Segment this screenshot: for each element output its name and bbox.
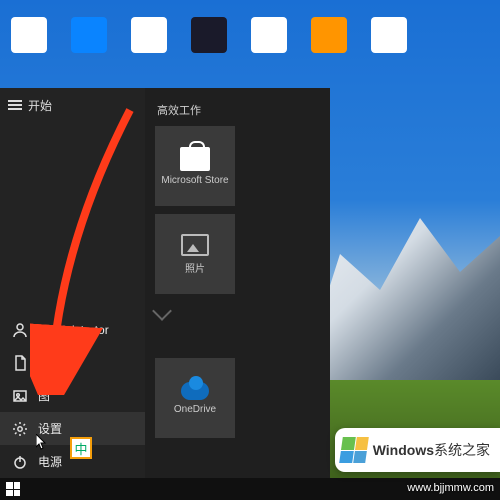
pic-icon (12, 388, 28, 404)
desktop-icon[interactable] (365, 5, 413, 65)
desktop-icons-row (5, 5, 413, 65)
doc-icon (12, 355, 28, 371)
wallpaper-mountain (300, 200, 500, 380)
sidebar-item-label: Administrator (38, 323, 109, 337)
windows-logo-icon (339, 437, 369, 463)
start-menu-header[interactable]: 开始 (0, 88, 145, 122)
start-button[interactable] (0, 478, 26, 500)
user-icon (12, 322, 28, 338)
onedrive-tile[interactable]: OneDrive (155, 358, 235, 438)
store-icon (180, 147, 210, 171)
mouse-cursor (36, 434, 48, 450)
windows-logo-icon (6, 482, 20, 496)
watermark-text: Windows系统之家 (373, 440, 490, 460)
start-menu: 开始 Administrator文档图设置电源 高效工作 Microsoft S… (0, 88, 330, 478)
start-label: 开始 (28, 97, 52, 114)
ime-label: 中 (74, 439, 87, 458)
sidebar-item-label: 图 (38, 387, 50, 404)
pictures-item[interactable]: 图 (0, 379, 145, 412)
photo-icon (181, 234, 209, 256)
watermark: Windows系统之家 (335, 428, 500, 472)
desktop-icon[interactable] (185, 5, 233, 65)
hamburger-icon (8, 100, 22, 110)
microsoft-store-tile[interactable]: Microsoft Store (155, 126, 235, 206)
start-menu-tiles-area: 高效工作 Microsoft Store 照片 OneDrive (145, 88, 330, 478)
desktop-icon[interactable] (305, 5, 353, 65)
desktop-icon[interactable] (245, 5, 293, 65)
onedrive-icon (181, 382, 209, 400)
tile-group-title: 高效工作 (157, 102, 318, 118)
start-menu-left-rail: 开始 Administrator文档图设置电源 (0, 88, 145, 478)
desktop-icon[interactable] (65, 5, 113, 65)
desktop-icon[interactable] (125, 5, 173, 65)
documents-item[interactable]: 文档 (0, 346, 145, 379)
user-item[interactable]: Administrator (0, 313, 145, 346)
desktop-icon[interactable] (5, 5, 53, 65)
tile-label: OneDrive (174, 404, 216, 415)
ime-indicator[interactable]: 中 (70, 437, 92, 459)
tile-label: Microsoft Store (161, 175, 228, 186)
sidebar-item-label: 电源 (38, 453, 62, 470)
gear-icon (12, 421, 28, 437)
watermark-url: www.bjjmmw.com (407, 482, 494, 494)
power-icon (12, 454, 28, 470)
sidebar-item-label: 文档 (38, 354, 62, 371)
photos-tile[interactable]: 照片 (155, 214, 235, 294)
tile-label: 照片 (185, 260, 205, 275)
